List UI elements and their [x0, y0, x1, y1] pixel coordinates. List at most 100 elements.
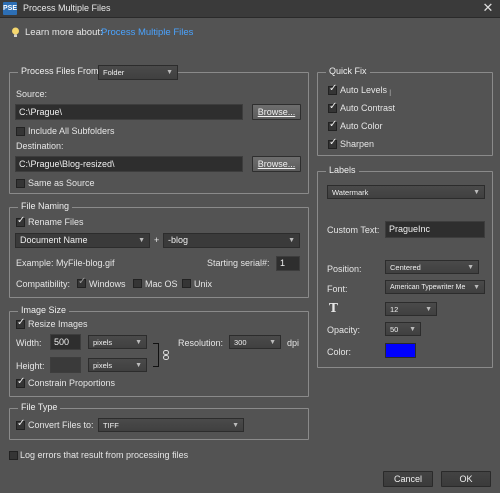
cancel-button[interactable]: Cancel — [383, 471, 433, 487]
width-label: Width: — [16, 338, 42, 348]
destination-field[interactable]: C:\Prague\Blog-resized\ — [15, 156, 243, 172]
suffix-value: -blog — [168, 235, 189, 245]
labels-legend: Labels — [326, 165, 359, 175]
chevron-down-icon: ▼ — [473, 284, 480, 291]
height-unit-value: pixels — [93, 361, 113, 370]
convert-files-checkbox[interactable]: ✓ — [16, 418, 25, 430]
unix-checkbox[interactable] — [182, 279, 191, 288]
suffix-select[interactable]: -blog ▼ — [163, 233, 300, 248]
opacity-value: 50 — [390, 325, 399, 334]
font-size-select[interactable]: 12 ▼ — [385, 302, 437, 316]
image-size-legend: Image Size — [18, 305, 70, 315]
convert-type-select[interactable]: TIFF ▼ — [98, 418, 244, 432]
resize-images-label: Resize Images — [28, 319, 88, 329]
resize-images-checkbox[interactable]: ✓ — [16, 317, 25, 329]
auto-levels-checkbox[interactable]: ✓ — [328, 83, 337, 95]
chevron-down-icon: ▼ — [409, 326, 416, 333]
constrain-proportions-label: Constrain Proportions — [28, 378, 116, 388]
auto-contrast-label: Auto Contrast — [340, 103, 396, 113]
chevron-down-icon: ▼ — [467, 264, 474, 271]
process-from-value: Folder — [103, 68, 125, 77]
auto-contrast-checkbox[interactable]: ✓ — [328, 101, 337, 113]
sharpen-label: Sharpen — [340, 139, 375, 149]
file-type-legend: File Type — [18, 402, 61, 412]
auto-color-label: Auto Color — [340, 121, 383, 131]
compatibility-label: Compatibility: — [16, 279, 71, 289]
ok-button[interactable]: OK — [441, 471, 491, 487]
width-field[interactable]: 500 — [50, 334, 81, 350]
plus-sign: + — [154, 235, 160, 245]
chevron-down-icon: ▼ — [138, 237, 145, 244]
rename-files-label: Rename Files — [28, 217, 84, 227]
opacity-select[interactable]: 50 ▼ — [385, 322, 421, 336]
font-size-value: 12 — [390, 305, 399, 314]
source-field[interactable]: C:\Prague\ — [15, 104, 243, 120]
height-unit-select[interactable]: pixels ▼ — [88, 358, 147, 372]
chevron-down-icon: ▼ — [166, 69, 173, 76]
close-icon[interactable]: ✕ — [481, 1, 495, 15]
windows-checkbox[interactable]: ✓ — [77, 276, 86, 288]
mac-os-label: Mac OS — [145, 279, 178, 289]
name-option-select[interactable]: Document Name ▼ — [15, 233, 150, 248]
tip-prefix: Learn more about: — [25, 27, 103, 38]
starting-serial-field[interactable]: 1 — [276, 256, 300, 271]
chevron-down-icon: ▼ — [135, 362, 142, 369]
resolution-value: 300 — [234, 338, 247, 347]
file-naming-legend: File Naming — [18, 201, 73, 211]
quick-fix-legend: Quick Fix — [326, 66, 370, 76]
windows-label: Windows — [89, 279, 126, 289]
link-bracket — [153, 343, 159, 367]
font-value: American Typewriter Me — [390, 284, 466, 291]
title-bar: PSE Process Multiple Files ✕ — [0, 0, 500, 18]
tip-link[interactable]: Process Multiple Files — [101, 27, 193, 38]
chevron-down-icon: ▼ — [135, 339, 142, 346]
custom-text-field[interactable]: PragueInc — [385, 221, 485, 238]
font-size-icon: T — [329, 301, 338, 315]
process-files-legend: Process Files From: — [18, 66, 105, 76]
position-value: Centered — [390, 263, 421, 272]
rename-files-checkbox[interactable]: ✓ — [16, 215, 25, 227]
browse-destination-button[interactable]: Browse... — [252, 156, 301, 172]
browse-source-label: Browse... — [257, 107, 296, 117]
unix-label: Unix — [194, 279, 213, 289]
convert-type-value: TIFF — [103, 421, 119, 430]
label-type-select[interactable]: Watermark ▼ — [327, 185, 485, 199]
width-unit-value: pixels — [93, 338, 113, 347]
starting-serial-label: Starting serial#: — [207, 258, 270, 268]
browse-source-button[interactable]: Browse... — [252, 104, 301, 120]
lightbulb-icon — [11, 27, 20, 40]
chevron-down-icon: ▼ — [288, 237, 295, 244]
sharpen-checkbox[interactable]: ✓ — [328, 137, 337, 149]
height-field[interactable] — [50, 357, 81, 373]
position-select[interactable]: Centered ▼ — [385, 260, 479, 274]
include-subfolders-label: Include All Subfolders — [28, 126, 115, 136]
chevron-down-icon: ▼ — [232, 422, 239, 429]
source-label: Source: — [16, 89, 48, 99]
resolution-label-text: Resolution: — [178, 338, 224, 348]
chevron-down-icon: ▼ — [425, 306, 432, 313]
label-type-value: Watermark — [332, 188, 369, 197]
height-label: Height: — [16, 361, 45, 371]
log-errors-checkbox[interactable] — [9, 451, 18, 460]
same-as-source-checkbox[interactable] — [16, 179, 25, 188]
font-select[interactable]: American Typewriter Me ▼ — [385, 280, 485, 294]
color-swatch[interactable] — [385, 343, 416, 358]
resolution-label: Resolution: — [178, 338, 223, 348]
opacity-label: Opacity: — [327, 325, 361, 335]
custom-text-label: Custom Text: — [327, 225, 380, 235]
destination-label: Destination: — [16, 141, 64, 151]
auto-color-checkbox[interactable]: ✓ — [328, 119, 337, 131]
app-icon: PSE — [3, 2, 17, 15]
constrain-proportions-checkbox[interactable]: ✓ — [16, 376, 25, 388]
mac-os-checkbox[interactable] — [133, 279, 142, 288]
same-as-source-label: Same as Source — [28, 178, 95, 188]
process-from-select[interactable]: Folder ▼ — [98, 65, 178, 80]
resolution-select[interactable]: 300 ▼ — [229, 335, 281, 349]
chevron-down-icon: ▼ — [473, 189, 480, 196]
include-subfolders-checkbox[interactable] — [16, 127, 25, 136]
chain-link-icon[interactable] — [163, 350, 169, 362]
example-text: Example: MyFile-blog.gif — [16, 258, 115, 268]
color-label: Color: — [327, 347, 352, 357]
chevron-down-icon: ▼ — [269, 339, 276, 346]
width-unit-select[interactable]: pixels ▼ — [88, 335, 147, 349]
